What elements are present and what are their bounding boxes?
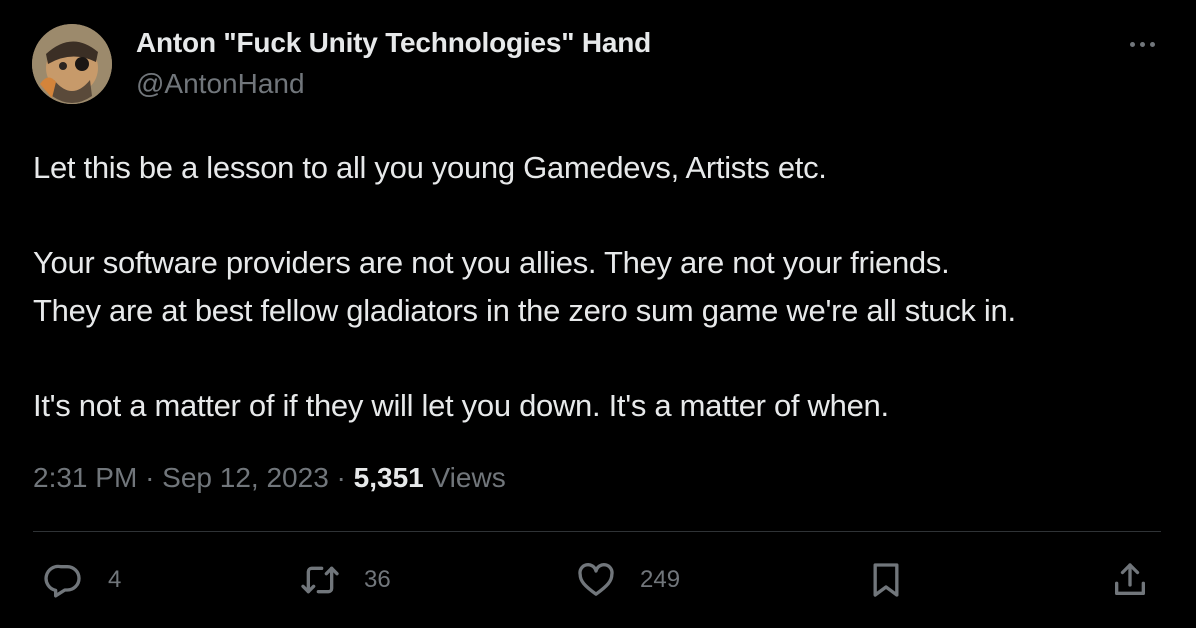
tweet-line: They are at best fellow gladiators in th… [33,292,1016,328]
author-name[interactable]: Anton "Fuck Unity Technologies" Hand [136,27,651,59]
author-handle[interactable]: @AntonHand [136,68,305,100]
tweet-time[interactable]: 2:31 PM [33,462,137,493]
heart-icon [578,563,614,596]
meta-separator: · [336,462,346,493]
reply-icon [44,564,81,598]
share-icon [1115,563,1145,595]
tweet: Anton "Fuck Unity Technologies" Hand @An… [0,0,1196,628]
avatar[interactable] [32,24,112,104]
reply-button[interactable]: 4 [44,558,121,602]
share-button[interactable] [1110,558,1150,602]
avatar-image [32,24,112,104]
retweet-button[interactable]: 36 [300,558,391,602]
retweet-count: 36 [364,566,391,593]
tweet-text: Let this be a lesson to all you young Ga… [33,144,1173,429]
like-button[interactable]: 249 [576,558,680,602]
tweet-line: Let this be a lesson to all you young Ga… [33,150,827,185]
divider [33,531,1161,532]
like-count: 249 [640,566,681,593]
meta-separator: · [145,462,155,493]
tweet-date[interactable]: Sep 12, 2023 [162,462,329,493]
views-count: 5,351 [353,462,424,493]
more-icon[interactable] [1120,30,1164,58]
tweet-line: It's not a matter of if they will let yo… [33,387,889,423]
tweet-meta: 2:31 PM · Sep 12, 2023 · 5,351 Views [33,462,506,494]
bookmark-button[interactable] [866,558,906,602]
views-label: Views [431,462,506,493]
tweet-line: Your software providers are not you alli… [33,245,950,280]
bookmark-icon [873,563,899,597]
retweet-icon [301,566,339,594]
reply-count: 4 [108,566,122,593]
